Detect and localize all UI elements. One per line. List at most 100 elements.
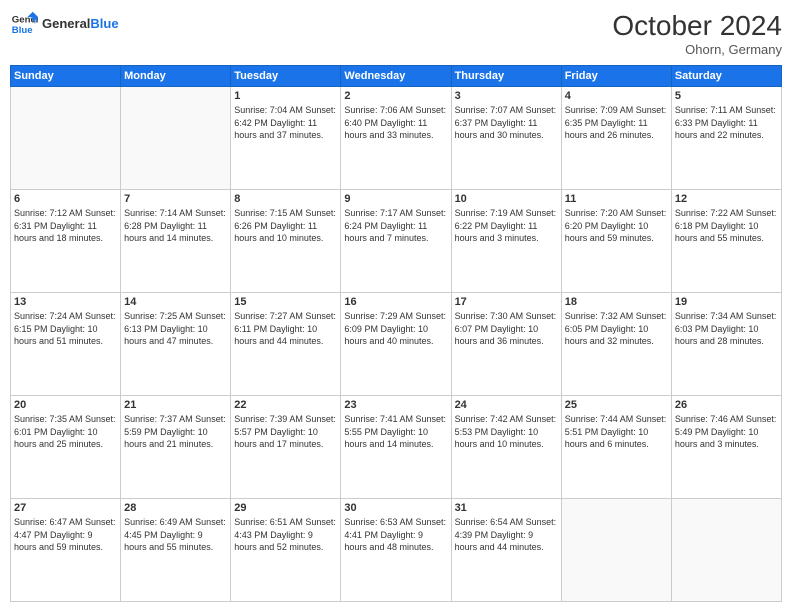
day-info: Sunrise: 7:04 AM Sunset: 6:42 PM Dayligh… bbox=[234, 104, 337, 142]
day-number: 4 bbox=[565, 90, 668, 102]
calendar-cell: 23Sunrise: 7:41 AM Sunset: 5:55 PM Dayli… bbox=[341, 396, 451, 499]
col-saturday: Saturday bbox=[671, 66, 781, 87]
day-info: Sunrise: 6:49 AM Sunset: 4:45 PM Dayligh… bbox=[124, 516, 227, 554]
calendar-cell bbox=[561, 499, 671, 602]
calendar-cell: 18 Sunrise: 7:32 AM Sunset: 6:05 PM Dayli… bbox=[561, 293, 671, 396]
day-number: 13 bbox=[14, 296, 117, 308]
day-info: Sunrise: 6:47 AM Sunset: 4:47 PM Dayligh… bbox=[14, 516, 117, 554]
day-number: 8 bbox=[234, 193, 337, 205]
col-sunday: Sunday bbox=[11, 66, 121, 87]
calendar-cell: 6Sunrise: 7:12 AM Sunset: 6:31 PM Daylig… bbox=[11, 190, 121, 293]
day-info: Sunrise: 7:27 AM Sunset: 6:11 PM Dayligh… bbox=[234, 310, 337, 348]
week-row-2: 6Sunrise: 7:12 AM Sunset: 6:31 PM Daylig… bbox=[11, 190, 782, 293]
logo-blue-text: Blue bbox=[90, 16, 118, 31]
calendar-cell: 12 Sunrise: 7:22 AM Sunset: 6:18 PM Dayli… bbox=[671, 190, 781, 293]
calendar-cell: 26Sunrise: 7:46 AM Sunset: 5:49 PM Dayli… bbox=[671, 396, 781, 499]
calendar-cell: 8 Sunrise: 7:15 AM Sunset: 6:26 PM Daylig… bbox=[231, 190, 341, 293]
logo-icon: General Blue bbox=[10, 10, 38, 38]
day-number: 9 bbox=[344, 193, 447, 205]
calendar-cell: 3Sunrise: 7:07 AM Sunset: 6:37 PM Daylig… bbox=[451, 87, 561, 190]
day-info: Sunrise: 7:09 AM Sunset: 6:35 PM Dayligh… bbox=[565, 104, 668, 142]
week-row-5: 27Sunrise: 6:47 AM Sunset: 4:47 PM Dayli… bbox=[11, 499, 782, 602]
day-number: 21 bbox=[124, 399, 227, 411]
day-info: Sunrise: 7:06 AM Sunset: 6:40 PM Dayligh… bbox=[344, 104, 447, 142]
calendar-cell: 1Sunrise: 7:04 AM Sunset: 6:42 PM Daylig… bbox=[231, 87, 341, 190]
col-tuesday: Tuesday bbox=[231, 66, 341, 87]
col-monday: Monday bbox=[121, 66, 231, 87]
calendar-cell: 29 Sunrise: 6:51 AM Sunset: 4:43 PM Dayli… bbox=[231, 499, 341, 602]
calendar-cell: 15 Sunrise: 7:27 AM Sunset: 6:11 PM Dayli… bbox=[231, 293, 341, 396]
day-number: 7 bbox=[124, 193, 227, 205]
day-info: Sunrise: 7:34 AM Sunset: 6:03 PM Dayligh… bbox=[675, 310, 778, 348]
day-info: Sunrise: 7:32 AM Sunset: 6:05 PM Dayligh… bbox=[565, 310, 668, 348]
day-number: 17 bbox=[455, 296, 558, 308]
day-number: 5 bbox=[675, 90, 778, 102]
day-number: 30 bbox=[344, 502, 447, 514]
svg-text:Blue: Blue bbox=[12, 25, 33, 36]
calendar-cell: 22Sunrise: 7:39 AM Sunset: 5:57 PM Dayli… bbox=[231, 396, 341, 499]
calendar-cell: 25Sunrise: 7:44 AM Sunset: 5:51 PM Dayli… bbox=[561, 396, 671, 499]
day-info: Sunrise: 7:44 AM Sunset: 5:51 PM Dayligh… bbox=[565, 413, 668, 451]
day-info: Sunrise: 7:20 AM Sunset: 6:20 PM Dayligh… bbox=[565, 207, 668, 245]
day-info: Sunrise: 6:51 AM Sunset: 4:43 PM Dayligh… bbox=[234, 516, 337, 554]
day-info: Sunrise: 7:37 AM Sunset: 5:59 PM Dayligh… bbox=[124, 413, 227, 451]
day-info: Sunrise: 7:15 AM Sunset: 6:26 PM Dayligh… bbox=[234, 207, 337, 245]
col-thursday: Thursday bbox=[451, 66, 561, 87]
calendar-cell: 14 Sunrise: 7:25 AM Sunset: 6:13 PM Dayli… bbox=[121, 293, 231, 396]
calendar-header-row: Sunday Monday Tuesday Wednesday Thursday… bbox=[11, 66, 782, 87]
day-number: 18 bbox=[565, 296, 668, 308]
day-number: 15 bbox=[234, 296, 337, 308]
day-number: 11 bbox=[565, 193, 668, 205]
week-row-4: 20Sunrise: 7:35 AM Sunset: 6:01 PM Dayli… bbox=[11, 396, 782, 499]
day-number: 28 bbox=[124, 502, 227, 514]
day-number: 2 bbox=[344, 90, 447, 102]
week-row-1: 1Sunrise: 7:04 AM Sunset: 6:42 PM Daylig… bbox=[11, 87, 782, 190]
calendar-cell: 11 Sunrise: 7:20 AM Sunset: 6:20 PM Dayli… bbox=[561, 190, 671, 293]
day-number: 31 bbox=[455, 502, 558, 514]
logo: General Blue GeneralBlue bbox=[10, 10, 119, 38]
calendar-cell: 24 Sunrise: 7:42 AM Sunset: 5:53 PM Dayli… bbox=[451, 396, 561, 499]
calendar-cell: 27Sunrise: 6:47 AM Sunset: 4:47 PM Dayli… bbox=[11, 499, 121, 602]
day-info: Sunrise: 7:46 AM Sunset: 5:49 PM Dayligh… bbox=[675, 413, 778, 451]
day-info: Sunrise: 7:30 AM Sunset: 6:07 PM Dayligh… bbox=[455, 310, 558, 348]
calendar-cell: 5 Sunrise: 7:11 AM Sunset: 6:33 PM Daylig… bbox=[671, 87, 781, 190]
day-info: Sunrise: 7:41 AM Sunset: 5:55 PM Dayligh… bbox=[344, 413, 447, 451]
day-number: 29 bbox=[234, 502, 337, 514]
col-friday: Friday bbox=[561, 66, 671, 87]
day-info: Sunrise: 7:17 AM Sunset: 6:24 PM Dayligh… bbox=[344, 207, 447, 245]
calendar-cell bbox=[671, 499, 781, 602]
calendar-cell: 9 Sunrise: 7:17 AM Sunset: 6:24 PM Daylig… bbox=[341, 190, 451, 293]
calendar-cell: 16Sunrise: 7:29 AM Sunset: 6:09 PM Dayli… bbox=[341, 293, 451, 396]
day-info: Sunrise: 7:35 AM Sunset: 6:01 PM Dayligh… bbox=[14, 413, 117, 451]
day-info: Sunrise: 7:11 AM Sunset: 6:33 PM Dayligh… bbox=[675, 104, 778, 142]
day-info: Sunrise: 7:22 AM Sunset: 6:18 PM Dayligh… bbox=[675, 207, 778, 245]
day-number: 22 bbox=[234, 399, 337, 411]
day-number: 10 bbox=[455, 193, 558, 205]
day-info: Sunrise: 7:14 AM Sunset: 6:28 PM Dayligh… bbox=[124, 207, 227, 245]
calendar-cell: 7 Sunrise: 7:14 AM Sunset: 6:28 PM Daylig… bbox=[121, 190, 231, 293]
day-info: Sunrise: 6:54 AM Sunset: 4:39 PM Dayligh… bbox=[455, 516, 558, 554]
day-info: Sunrise: 7:07 AM Sunset: 6:37 PM Dayligh… bbox=[455, 104, 558, 142]
calendar-cell: 20Sunrise: 7:35 AM Sunset: 6:01 PM Dayli… bbox=[11, 396, 121, 499]
logo-general-text: General bbox=[42, 16, 90, 31]
day-number: 24 bbox=[455, 399, 558, 411]
day-number: 14 bbox=[124, 296, 227, 308]
day-info: Sunrise: 6:53 AM Sunset: 4:41 PM Dayligh… bbox=[344, 516, 447, 554]
calendar-cell bbox=[11, 87, 121, 190]
calendar-cell: 13Sunrise: 7:24 AM Sunset: 6:15 PM Dayli… bbox=[11, 293, 121, 396]
day-info: Sunrise: 7:25 AM Sunset: 6:13 PM Dayligh… bbox=[124, 310, 227, 348]
calendar-cell: 10Sunrise: 7:19 AM Sunset: 6:22 PM Dayli… bbox=[451, 190, 561, 293]
location: Ohorn, Germany bbox=[612, 42, 782, 57]
month-title: October 2024 bbox=[612, 10, 782, 42]
calendar-cell: 21 Sunrise: 7:37 AM Sunset: 5:59 PM Dayli… bbox=[121, 396, 231, 499]
calendar-table: Sunday Monday Tuesday Wednesday Thursday… bbox=[10, 65, 782, 602]
page-header: General Blue GeneralBlue October 2024 Oh… bbox=[10, 10, 782, 57]
calendar-cell: 31 Sunrise: 6:54 AM Sunset: 4:39 PM Dayli… bbox=[451, 499, 561, 602]
calendar-cell: 30 Sunrise: 6:53 AM Sunset: 4:41 PM Dayli… bbox=[341, 499, 451, 602]
col-wednesday: Wednesday bbox=[341, 66, 451, 87]
day-info: Sunrise: 7:42 AM Sunset: 5:53 PM Dayligh… bbox=[455, 413, 558, 451]
calendar-cell: 28 Sunrise: 6:49 AM Sunset: 4:45 PM Dayli… bbox=[121, 499, 231, 602]
calendar-cell: 4 Sunrise: 7:09 AM Sunset: 6:35 PM Daylig… bbox=[561, 87, 671, 190]
day-info: Sunrise: 7:12 AM Sunset: 6:31 PM Dayligh… bbox=[14, 207, 117, 245]
day-number: 12 bbox=[675, 193, 778, 205]
